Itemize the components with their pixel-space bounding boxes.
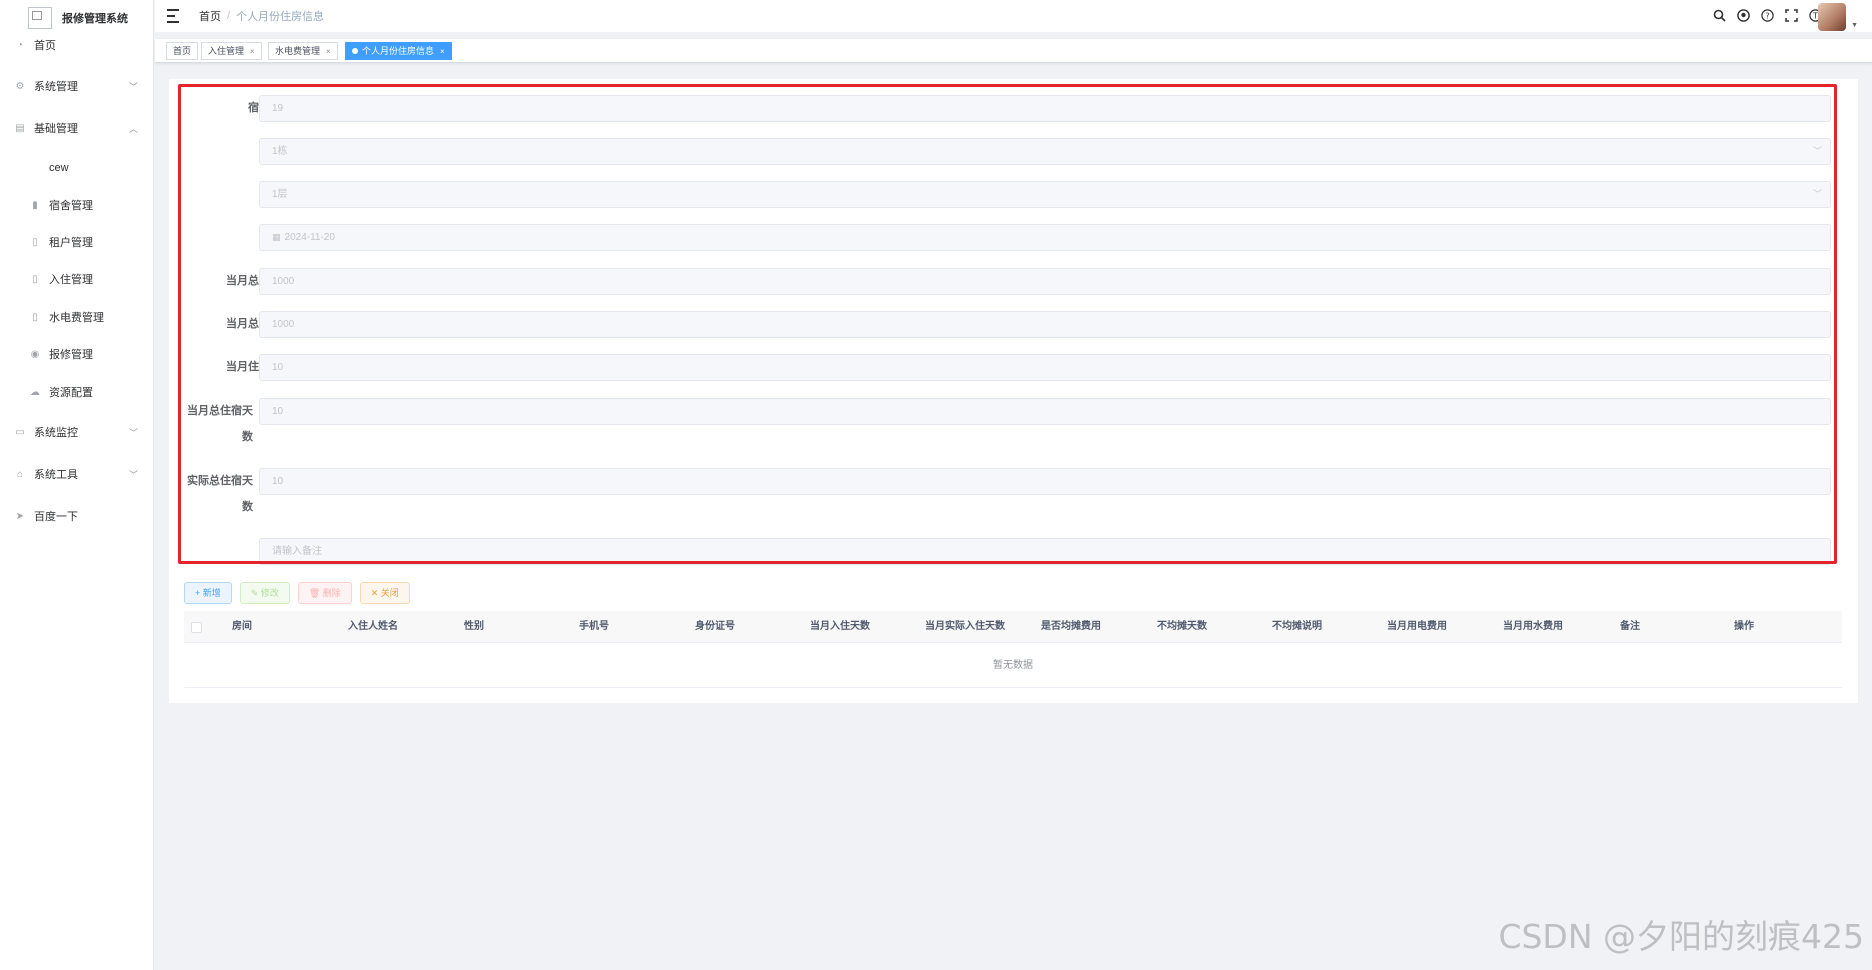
- sidebar-item[interactable]: ⌂ 系统工具 ﹀: [0, 459, 154, 489]
- watermark: CSDN @夕阳的刻痕425: [1498, 917, 1864, 956]
- table-column-header: 当月用水费用: [1503, 621, 1563, 632]
- sidebar-item[interactable]: ▤ 基础管理 ︿: [0, 113, 154, 143]
- table-column-header: 不均摊天数: [1157, 621, 1207, 632]
- sidebar-item-label: 资源配置: [49, 387, 93, 399]
- select-all-checkbox[interactable]: [191, 622, 202, 633]
- table-column-header: 手机号: [579, 621, 609, 632]
- gear-icon: ⚙: [15, 80, 25, 92]
- monitor-icon: ▭: [15, 426, 25, 438]
- tool-icon: ⌂: [16, 468, 24, 480]
- sidebar: 报修管理系统 ◔ 首页 ⚙ 系统管理 ﹀ ▤ 基础管理 ︿ cew ▮ 宿舍管理 ▯ 租户管理 ▯ 入住管理…: [0, 0, 154, 970]
- dashboard-icon: ◔: [16, 39, 24, 51]
- sidebar-item-label: 系统监控: [34, 427, 78, 439]
- close-icon[interactable]: ×: [250, 47, 255, 56]
- tag-item[interactable]: 入住管理 ×: [201, 42, 262, 60]
- tag-item[interactable]: 水电费管理 ×: [268, 42, 338, 60]
- sidebar-item[interactable]: ▯ 租户管理: [0, 227, 154, 257]
- toolbar: + 新增 ✎ 修改 🗑 删除 ✕ 关闭: [184, 582, 410, 604]
- sidebar-item-label: 报修管理: [49, 349, 93, 361]
- sidebar-item[interactable]: ▭ 系统监控 ﹀: [0, 417, 154, 447]
- sidebar-item-label: cew: [49, 162, 69, 174]
- tag-label: 首页: [173, 46, 192, 56]
- question-icon[interactable]: ?: [1760, 9, 1774, 23]
- search-icon[interactable]: [1712, 9, 1726, 23]
- edit-button[interactable]: ✎ 修改: [239, 582, 290, 604]
- table-column-header: 当月入住天数: [810, 621, 870, 632]
- sidebar-item-label: 水电费管理: [49, 312, 104, 324]
- sidebar-item-label: 宿舍管理: [49, 200, 93, 212]
- table-column-header: 身份证号: [695, 621, 735, 632]
- chevron-down-icon: ﹀: [128, 427, 138, 438]
- sidebar-item[interactable]: ☁ 资源配置: [0, 377, 154, 407]
- add-button[interactable]: + 新增: [184, 582, 232, 604]
- table-column-header: 当月实际入住天数: [925, 621, 1005, 632]
- table-column-header: 操作: [1734, 621, 1754, 632]
- sidebar-item[interactable]: ◔ 首页: [0, 30, 154, 60]
- document-icon: ▯: [32, 273, 38, 285]
- close-icon[interactable]: ×: [440, 47, 445, 56]
- chevron-up-icon: ︿: [128, 123, 138, 134]
- svg-text:T: T: [1812, 12, 1818, 21]
- tag-item[interactable]: 首页: [166, 42, 199, 60]
- delete-button[interactable]: 🗑 删除: [297, 582, 352, 604]
- table-column-header: 是否均摊费用: [1041, 621, 1101, 632]
- caret-down-icon[interactable]: ▼: [1851, 22, 1858, 29]
- sidebar-item-label: 百度一下: [34, 511, 78, 523]
- logo-image: [28, 7, 52, 29]
- close-button[interactable]: ✕ 关闭: [359, 582, 410, 604]
- tag-label: 个人月份住房信息: [362, 46, 435, 56]
- sidebar-item[interactable]: ▯ 入住管理: [0, 264, 154, 294]
- sidebar-item-label: 租户管理: [49, 237, 93, 249]
- sidebar-item[interactable]: ◉ 报修管理: [0, 339, 154, 369]
- chevron-down-icon: ﹀: [128, 469, 138, 480]
- sidebar-item[interactable]: ▯ 水电费管理: [0, 302, 154, 332]
- sidebar-item-label: 首页: [34, 40, 56, 52]
- table-header: 房间 入住人姓名 性别 手机号 身份证号 当月入住天数 当月实际入住天数 是否均摊费用 不均摊天…: [184, 611, 1842, 643]
- sidebar-item-label: 基础管理: [34, 123, 78, 135]
- sidebar-item[interactable]: ▮ 宿舍管理: [0, 190, 154, 220]
- avatar[interactable]: [1818, 3, 1846, 31]
- table-empty: 暂无数据: [184, 643, 1842, 688]
- hamburger-icon[interactable]: [167, 9, 183, 23]
- tag-item[interactable]: 个人月份住房信息 ×: [345, 42, 452, 60]
- table-column-header: 房间: [232, 621, 252, 632]
- table-column-header: 当月用电费用: [1387, 621, 1447, 632]
- tags-view: 首页 入住管理 × 水电费管理 × 个人月份住房信息 ×: [155, 39, 1872, 63]
- send-icon: ➤: [15, 510, 25, 522]
- table-column-header: 备注: [1620, 621, 1640, 632]
- tag-label: 入住管理: [208, 46, 245, 56]
- cloud-icon: ☁: [30, 386, 40, 398]
- fullscreen-icon[interactable]: [1784, 9, 1798, 23]
- navbar: 首页 / 个人月份住房信息 ? T ▼: [155, 0, 1872, 32]
- table-column-header: 性别: [464, 621, 484, 632]
- table-column-header: 不均摊说明: [1272, 621, 1322, 632]
- chart-icon: ▮: [32, 199, 38, 211]
- breadcrumb-current: 个人月份住房信息: [236, 11, 325, 23]
- sidebar-item-label: 系统管理: [34, 81, 78, 93]
- table-icon: ▤: [15, 122, 25, 134]
- breadcrumb-home[interactable]: 首页: [199, 8, 221, 24]
- github-icon[interactable]: [1736, 9, 1750, 23]
- document-icon: ▯: [32, 311, 38, 323]
- active-dot-icon: [352, 47, 358, 54]
- circle-icon: ◉: [30, 348, 40, 360]
- sidebar-item-label: 入住管理: [49, 274, 93, 286]
- document-icon: ▯: [32, 236, 38, 248]
- highlight-box: [178, 84, 1837, 564]
- close-icon[interactable]: ×: [326, 47, 331, 56]
- svg-text:?: ?: [1765, 12, 1769, 21]
- breadcrumb-separator: /: [227, 10, 231, 22]
- chevron-down-icon: ﹀: [128, 81, 138, 92]
- sidebar-item-label: 系统工具: [34, 469, 78, 481]
- app-title: 报修管理系统: [62, 13, 128, 25]
- tag-label: 水电费管理: [275, 46, 321, 56]
- navbar-tools: ? T: [1712, 9, 1822, 23]
- table-column-header: 入住人姓名: [348, 621, 398, 632]
- sidebar-item[interactable]: cew: [0, 153, 154, 183]
- sidebar-item[interactable]: ➤ 百度一下: [0, 501, 154, 531]
- data-table: 房间 入住人姓名 性别 手机号 身份证号 当月入住天数 当月实际入住天数 是否均摊费用 不均摊天…: [184, 611, 1842, 688]
- sidebar-item[interactable]: ⚙ 系统管理 ﹀: [0, 71, 154, 101]
